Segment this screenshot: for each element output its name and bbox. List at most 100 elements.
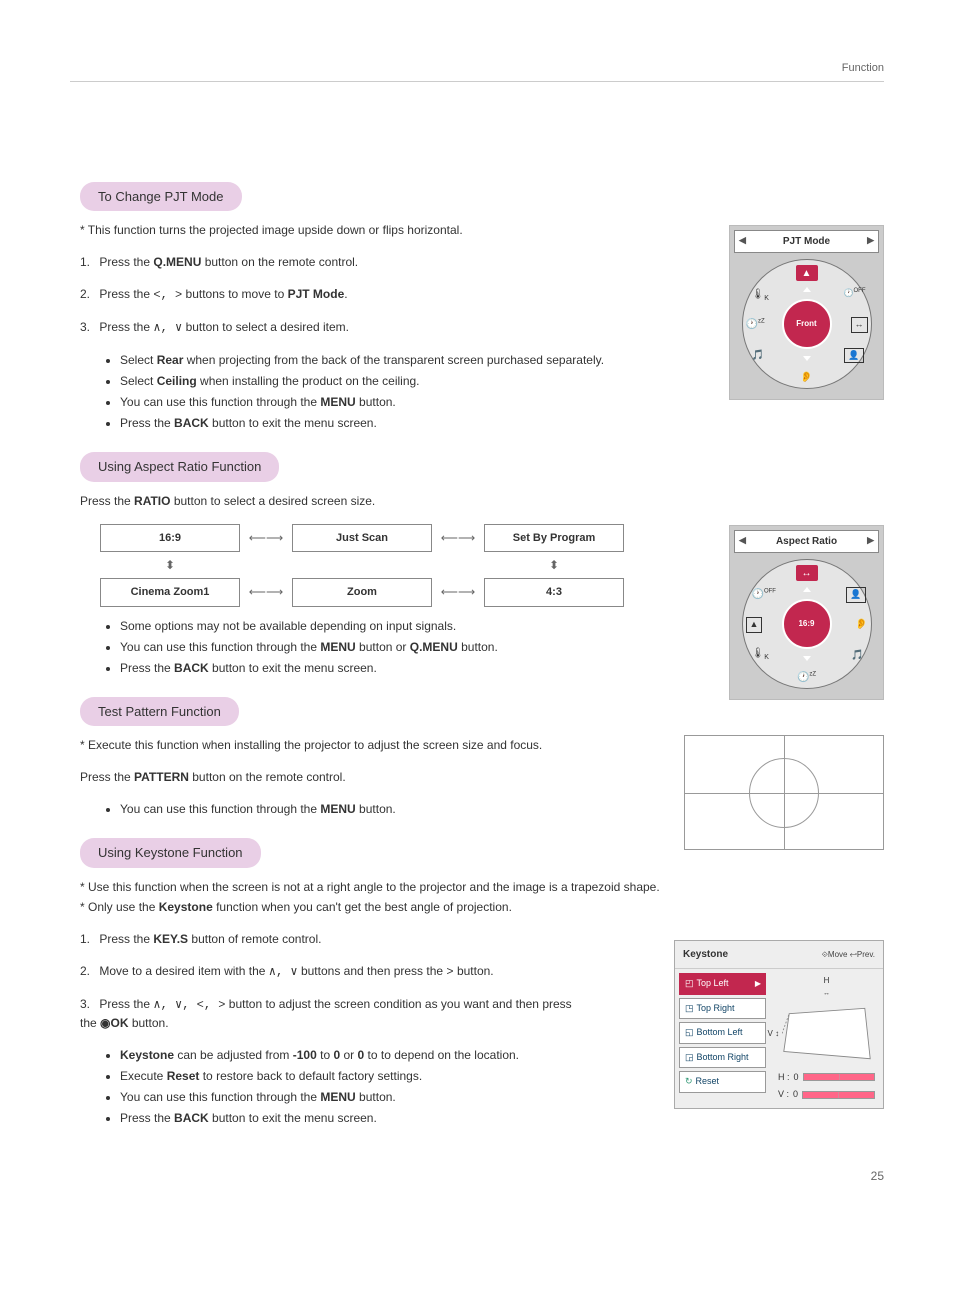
thermometer-icon: 🌡K [752, 287, 769, 305]
arrow-lr-icon: ⟵⟶ [240, 583, 292, 601]
ks-b2-b: Reset [167, 1069, 200, 1083]
ks-v-label: V : [778, 1088, 789, 1102]
ar-cell-4-3: 4:3 [484, 578, 624, 607]
arrow-ud-icon: ⬍ [484, 552, 624, 578]
pjt-side-panel: PJT Mode 🌡K 🕐OFF 🕐zZ ↔ 🎵 👤 👂 ▲ Front [729, 225, 884, 400]
ar-intro-c: button to select a desired screen size. [170, 494, 375, 508]
ks-note1: * Use this function when the screen is n… [80, 878, 884, 896]
pjt-side-title: PJT Mode [734, 230, 879, 253]
clock-off-icon: 🕐OFF [752, 587, 776, 602]
user-icon: 👤 [844, 348, 863, 364]
ar-side-panel: Aspect Ratio 🕐OFF 👤 ▲ 👂 🌡K 🕐zZ 🎵 ↔ 16:9 [729, 525, 884, 700]
ks-note2-c: function when you can't get the best ang… [213, 900, 512, 914]
tp-line-c: button on the remote control. [189, 770, 346, 784]
ks-s1-b: KEY.S [153, 932, 188, 946]
picture-mode-icon: ▲ [796, 265, 818, 281]
picture-mode-icon: ▲ [746, 617, 763, 633]
ks-b2-a: Execute [120, 1069, 167, 1083]
ar-cell-zoom: Zoom [292, 578, 432, 607]
pjt-b4-c: button to exit the menu screen. [209, 416, 377, 430]
pjt-step3-c: button to select a desired item. [182, 320, 349, 334]
ar-b3-a: Press the [120, 661, 174, 675]
pjt-b2-b: Ceiling [157, 374, 197, 388]
sleep-icon: 🕐zZ [797, 670, 816, 685]
ks-side-title: Keystone [683, 947, 728, 962]
ks-v-value: 0 [793, 1088, 798, 1102]
tp-b-a: You can use this function through the [120, 802, 320, 816]
tp-line-a: Press the [80, 770, 134, 784]
keystone-diagram: V ↕ [782, 1006, 872, 1061]
pjt-step1-b: Q.MENU [153, 255, 201, 269]
audio-icon: 🎵 [851, 648, 863, 663]
pjt-b4-a: Press the [120, 416, 174, 430]
ks-h-value: 0 [794, 1071, 799, 1085]
ks-b1-h: to [364, 1048, 381, 1062]
keystone-side-panel: Keystone ⟐Move ↩Prev. ◰Top Left ◳Top Rig… [674, 940, 884, 1109]
ar-b2-c: button or [356, 640, 410, 654]
ks-item-bottomleft[interactable]: ◱Bottom Left [679, 1022, 766, 1044]
ks-steps: 1. Press the KEY.S button of remote cont… [80, 930, 590, 1032]
ks-s2-c: buttons and then press the [298, 964, 447, 978]
pjt-b2-c: when installing the product on the ceili… [197, 374, 420, 388]
all-arrows-glyph: ∧, ∨, <, > [153, 998, 225, 1012]
ks-item-bottomright[interactable]: ◲Bottom Right [679, 1047, 766, 1069]
ks-h-label: H : [778, 1071, 790, 1085]
ar-cell-setbyprogram: Set By Program [484, 524, 624, 553]
up-down-glyph: ∧, ∨ [153, 321, 182, 335]
pjt-step2-c: buttons to move to [182, 287, 287, 301]
ar-b2-a: You can use this function through the [120, 640, 320, 654]
ks-item-topleft[interactable]: ◰Top Left [679, 973, 766, 995]
ks-item-topright[interactable]: ◳Top Right [679, 998, 766, 1020]
ks-s3-a: Press the [99, 997, 153, 1011]
slider-bar[interactable] [803, 1073, 875, 1081]
ar-b3-c: button to exit the menu screen. [209, 661, 377, 675]
pjt-b3-b: MENU [320, 395, 355, 409]
reset-icon: ↻ [685, 1075, 693, 1089]
ar-b2-b: MENU [320, 640, 355, 654]
pjt-step2-a: Press the [99, 287, 153, 301]
ar-side-title: Aspect Ratio [734, 530, 879, 553]
ks-b1-d: to [317, 1048, 334, 1062]
ks-s1-c: button of remote control. [188, 932, 321, 946]
section-tp-heading: Test Pattern Function [80, 697, 239, 727]
pjt-b2-a: Select [120, 374, 157, 388]
sleep-icon: 🕐zZ [746, 317, 765, 332]
ks-item-reset[interactable]: ↻Reset [679, 1071, 766, 1093]
section-ks-heading: Using Keystone Function [80, 838, 261, 868]
arrows-icon: ↔ [796, 565, 818, 581]
ks-b1-c: -100 [293, 1048, 317, 1062]
ks-slider-h: H : 0 [778, 1071, 875, 1085]
pjt-b3-a: You can use this function through the [120, 395, 320, 409]
ok-glyph: ◉OK [100, 1016, 128, 1030]
ks-b1-j: to depend on the location. [381, 1048, 519, 1062]
ar-cell-16-9: 16:9 [100, 524, 240, 553]
audio-icon: 🎵 [752, 348, 764, 363]
section-pjt-heading: To Change PJT Mode [80, 182, 242, 212]
ks-b4-c: button to exit the menu screen. [209, 1111, 377, 1125]
ks-b1-f: or [340, 1048, 357, 1062]
ks-bullets: Keystone can be adjusted from -100 to 0 … [120, 1046, 610, 1127]
ks-diag-v-label: V ↕ [768, 1028, 780, 1040]
ks-b3-c: button. [356, 1090, 396, 1104]
ks-s1-a: Press the [99, 932, 153, 946]
ks-item-label: Bottom Left [697, 1026, 743, 1040]
ar-b2-d: Q.MENU [410, 640, 458, 654]
corner-br-icon: ◲ [685, 1051, 694, 1065]
tp-line-b: PATTERN [134, 770, 189, 784]
ks-diagram-area: H↔ V ↕ H : 0 V : 0 [770, 969, 883, 1108]
left-right-glyph: <, > [153, 288, 182, 302]
pjt-step3-a: Press the [99, 320, 153, 334]
pjt-wheel-center: Front [789, 306, 825, 342]
chapter-header: Function [70, 60, 884, 82]
ks-diag-h-label: H↔ [778, 975, 875, 1000]
ks-b1-a: Keystone [120, 1048, 174, 1062]
ks-step-1: 1. Press the KEY.S button of remote cont… [80, 930, 590, 948]
ar-intro-a: Press the [80, 494, 134, 508]
ks-step-3: 3. Press the ∧, ∨, <, > button to adjust… [80, 995, 590, 1032]
ar-cell-justscan: Just Scan [292, 524, 432, 553]
ar-b3-b: BACK [174, 661, 209, 675]
ks-b2-c: to restore back to default factory setti… [199, 1069, 422, 1083]
slider-bar[interactable] [802, 1091, 875, 1099]
ear-icon: 👂 [855, 617, 867, 632]
ks-item-label: Bottom Right [697, 1051, 749, 1065]
